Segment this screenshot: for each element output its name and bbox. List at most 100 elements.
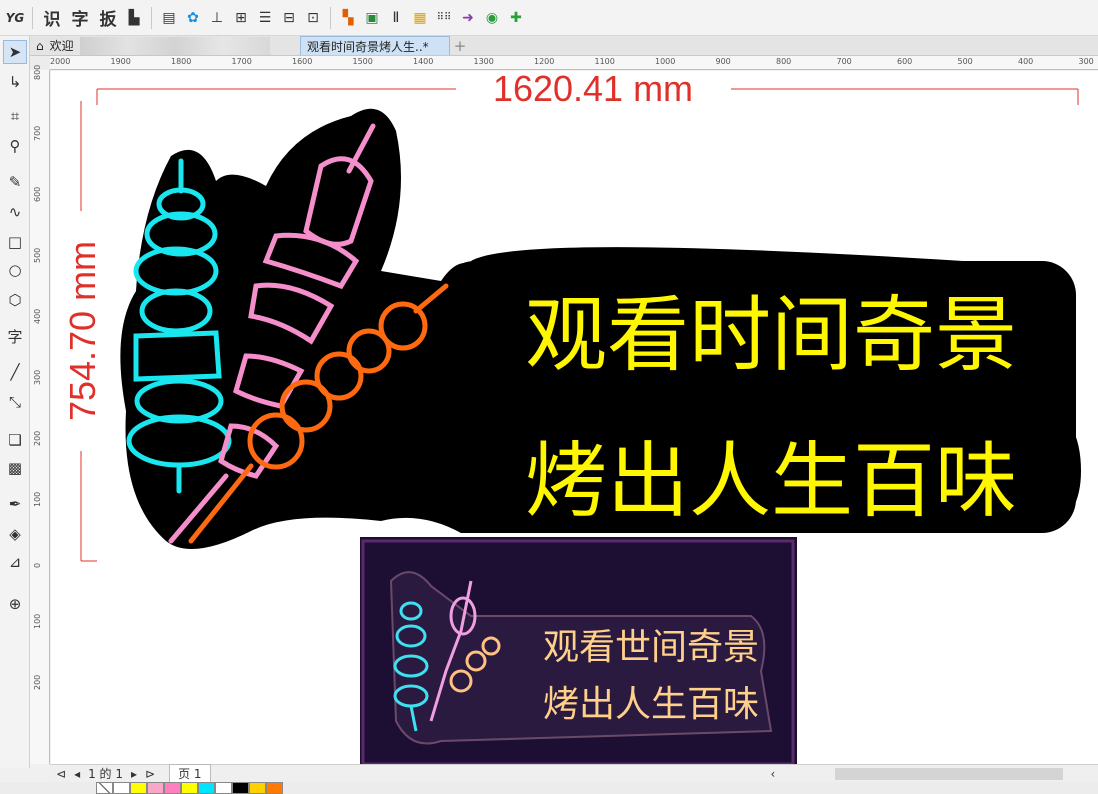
text-tool-wrench[interactable]: 扳 [95, 6, 121, 30]
curve-tool-icon[interactable]: ∿ [3, 200, 27, 224]
dots-icon[interactable]: ⠿⠿ [433, 6, 455, 30]
ruler-v-label: 100 [33, 613, 42, 629]
cloud-icon[interactable]: ✿ [182, 6, 204, 30]
color-swatch[interactable] [113, 782, 130, 794]
ruler-v-label: 600 [33, 186, 42, 202]
color-swatch[interactable] [215, 782, 232, 794]
tab-document[interactable]: 观看时间奇景烤人生..* [300, 36, 450, 55]
ruler-h-label: 900 [715, 57, 731, 66]
ruler-h-label: 2000 [50, 57, 71, 66]
text-align-icon[interactable]: Ⅱ [385, 6, 407, 30]
color-swatch[interactable] [181, 782, 198, 794]
ruler-v-label: 500 [33, 247, 42, 263]
fill-tool-icon[interactable]: ◈ [3, 522, 27, 546]
ruler-v-label: 200 [33, 430, 42, 446]
grid-color-icon[interactable]: ▦ [409, 6, 431, 30]
ruler-h-label: 1100 [594, 57, 615, 66]
shape-edit-tool-icon[interactable]: ↳ [3, 70, 27, 94]
first-page-icon[interactable]: ⊲ [56, 767, 66, 781]
ruler-v-label: 700 [33, 125, 42, 141]
page-navigator: ⊲ ◂ 1 的 1 ▸ ⊳ 页 1 ‹ [50, 764, 1098, 783]
ruler-h-label: 1400 [413, 57, 434, 66]
shadow-tool-icon[interactable]: ❏ [3, 428, 27, 452]
ruler-h-label: 1600 [292, 57, 313, 66]
dimension-tool-icon[interactable]: ╱ [3, 360, 27, 384]
design-artwork: 1620.41 mm 754.70 mm 观看时间奇景 烤出人生百味 观看世间奇… [62, 71, 1081, 764]
ruler-v-label: 100 [33, 491, 42, 507]
ruler-h-label: 1200 [534, 57, 555, 66]
frame-icon[interactable]: ⊡ [302, 6, 324, 30]
text-tool-char[interactable]: 字 [67, 6, 93, 30]
text-tool-recognize[interactable]: 识 [39, 6, 65, 30]
tab-welcome-label: 欢迎 [49, 39, 74, 53]
arrow-icon[interactable]: ➜ [457, 6, 479, 30]
plugin-icon[interactable]: ✚ [505, 6, 527, 30]
ruler-h-label: 600 [897, 57, 913, 66]
zoom-tool-icon[interactable]: ⚲ [3, 134, 27, 158]
polygon-tool-icon[interactable]: ⬡ [3, 288, 27, 312]
ruler-h-label: 1000 [655, 57, 676, 66]
transparency-tool-icon[interactable]: ▩ [3, 456, 27, 480]
shape-icon[interactable]: ▣ [361, 6, 383, 30]
ruler-h-label: 300 [1078, 57, 1094, 66]
main-toolbar: YG 识 字 扳 ▙ ▤ ✿ ⊥ ⊞ ☰ ⊟ ⊡ ▚ ▣ Ⅱ ▦ ⠿⠿ ➜ ◉ … [0, 0, 1098, 36]
blurred-region [79, 36, 270, 55]
eyedropper-tool-icon[interactable]: ✒ [3, 492, 27, 516]
connector-tool-icon[interactable]: ⤡ [3, 390, 27, 414]
clipboard-icon[interactable]: ▙ [123, 6, 145, 30]
ruler-v-label: 300 [33, 369, 42, 385]
anchor-icon[interactable]: ⊥ [206, 6, 228, 30]
group-color-icon[interactable]: ▚ [337, 6, 359, 30]
ruler-v-label: 400 [33, 308, 42, 324]
color-swatch[interactable] [164, 782, 181, 794]
ruler-h-label: 1900 [110, 57, 131, 66]
color-swatch[interactable] [198, 782, 215, 794]
ruler-h-label: 1700 [231, 57, 252, 66]
add-tool-icon[interactable]: ⊕ [3, 592, 27, 616]
horizontal-ruler[interactable]: 2000 1900 1800 1700 1600 1500 1400 1300 1200 1100… [50, 56, 1098, 70]
color-swatch[interactable] [232, 782, 249, 794]
tab-welcome[interactable]: ⌂ 欢迎 [30, 36, 300, 55]
yg-logo-icon[interactable]: YG [4, 6, 26, 30]
page-tab[interactable]: 页 1 [169, 764, 211, 783]
horizontal-scrollbar[interactable] [835, 767, 1064, 780]
color-palette [0, 782, 1098, 794]
prev-page-icon[interactable]: ◂ [74, 767, 80, 781]
height-dimension-label: 754.70 mm [62, 241, 103, 421]
color-swatch[interactable] [249, 782, 266, 794]
ruler-h-label: 500 [957, 57, 973, 66]
rectangle-tool-icon[interactable]: □ [3, 230, 27, 254]
doc-icon[interactable]: ▤ [158, 6, 180, 30]
add-tab-icon[interactable]: + [450, 36, 470, 55]
align-icon[interactable]: ⊞ [230, 6, 252, 30]
text-tool-icon[interactable]: 字 [3, 324, 27, 348]
reference-photo[interactable]: 观看世间奇景 烤出人生百味 [360, 537, 797, 764]
photo-text-line2: 烤出人生百味 [543, 684, 759, 725]
color-swatch[interactable] [147, 782, 164, 794]
scroll-left-icon[interactable]: ‹ [771, 767, 776, 781]
no-color-swatch[interactable] [96, 782, 113, 794]
ellipse-tool-icon[interactable]: ○ [3, 258, 27, 282]
ruler-h-label: 1500 [352, 57, 373, 66]
smart-fill-tool-icon[interactable]: ⊿ [3, 550, 27, 574]
freehand-tool-icon[interactable]: ✎ [3, 170, 27, 194]
neon-text-line1: 观看时间奇景 [525, 288, 1017, 383]
drawing-canvas[interactable]: 1620.41 mm 754.70 mm 观看时间奇景 烤出人生百味 观看世间奇… [51, 71, 1098, 764]
ruler-v-label: 200 [33, 674, 42, 690]
page-count: 1 的 1 [88, 767, 123, 781]
photo-text-line1: 观看世间奇景 [543, 627, 759, 668]
pick-tool-icon[interactable]: ➤ [3, 40, 27, 64]
color-swatch[interactable] [130, 782, 147, 794]
crop-tool-icon[interactable]: ⌗ [3, 104, 27, 128]
last-page-icon[interactable]: ⊳ [145, 767, 155, 781]
toolbar-separator [32, 6, 33, 29]
ruler-h-label: 800 [776, 57, 792, 66]
vertical-ruler[interactable]: 800 700 600 500 400 300 200 100 0 100 200 [30, 65, 50, 764]
ruler-h-label: 400 [1018, 57, 1034, 66]
distribute-icon[interactable]: ⊟ [278, 6, 300, 30]
neon-text-line2: 烤出人生百味 [525, 434, 1017, 529]
equal-icon[interactable]: ☰ [254, 6, 276, 30]
color-swatch[interactable] [266, 782, 283, 794]
globe-icon[interactable]: ◉ [481, 6, 503, 30]
next-page-icon[interactable]: ▸ [131, 767, 137, 781]
